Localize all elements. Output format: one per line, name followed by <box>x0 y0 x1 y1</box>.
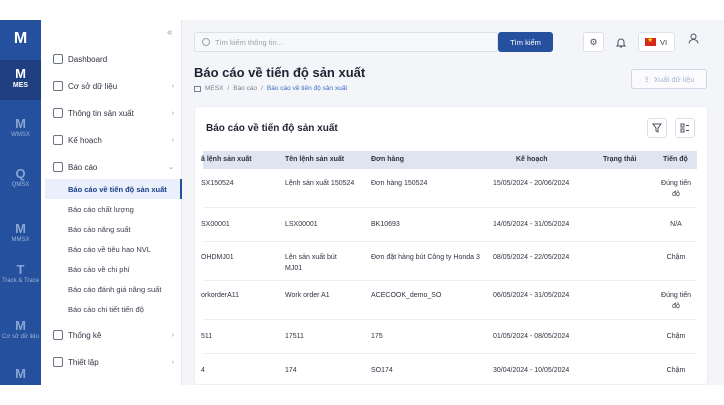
table-row[interactable]: SX00001 LSX00001 BK10693 14/05/2024 - 31… <box>201 209 697 242</box>
chevron-right-icon: › <box>171 82 174 90</box>
qmsx-icon: Q <box>15 166 26 181</box>
rail-item-wmsx[interactable]: M WMSX <box>0 110 41 144</box>
col-plan[interactable]: Kế hoạch <box>516 156 548 163</box>
chevron-right-icon: › <box>171 109 174 117</box>
table-row[interactable]: 4 174 SO174 30/04/2024 - 10/05/2024 Chậm <box>201 355 697 384</box>
search-icon <box>202 38 210 46</box>
rail-item-mmsx[interactable]: M MMSX <box>0 215 41 249</box>
search-button[interactable]: Tìm kiếm <box>498 32 553 52</box>
chevron-right-icon: › <box>171 358 174 366</box>
col-sales-order[interactable]: Đơn hàng <box>371 156 404 163</box>
sidebar-subitem-progress-report[interactable]: Báo cáo về tiến độ sản xuất <box>45 179 182 199</box>
rail-item-qmsx[interactable]: Q QMSX <box>0 160 41 194</box>
sidebar-item-plan[interactable]: Kế hoạch › <box>41 130 182 150</box>
bottom-margin <box>0 385 724 405</box>
collapse-sidebar-icon[interactable]: « <box>167 27 173 38</box>
sidebar-item-reports[interactable]: Báo cáo ⌄ <box>41 157 182 177</box>
sidebar-item-statistics[interactable]: Thống kê › <box>41 325 182 345</box>
vietnam-flag-icon <box>645 36 656 46</box>
user-menu[interactable] <box>688 33 699 47</box>
breadcrumb-item[interactable]: MESX <box>205 85 223 92</box>
rail-logo[interactable]: M <box>0 24 41 54</box>
report-card: Báo cáo về tiến độ sản xuất ã lệnh sản x… <box>194 106 708 385</box>
table-row[interactable]: SX150524 Lệnh sản xuất 150524 Đơn hàng 1… <box>201 170 697 208</box>
export-button[interactable]: ⇪ Xuất dữ liệu <box>631 69 707 89</box>
reports-icon <box>53 162 63 172</box>
rail-item-more[interactable]: M <box>0 360 41 384</box>
col-order-name[interactable]: Tên lệnh sản xuất <box>285 156 344 163</box>
statistics-icon <box>53 330 63 340</box>
gear-icon: ⚙ <box>589 36 598 47</box>
bell-icon <box>615 38 626 47</box>
sidebar-subitem-material-report[interactable]: Báo cáo về tiêu hao NVL <box>45 239 182 259</box>
breadcrumb: MESX / Báo cáo / Báo cáo về tiến độ sản … <box>194 85 347 92</box>
table-row[interactable]: orkorderA11 Work order A1 ACECOOK_demo_S… <box>201 282 697 320</box>
sidebar-subitem-progress-detail[interactable]: Báo cáo chi tiết tiến độ <box>45 299 182 319</box>
chevron-right-icon: › <box>171 331 174 339</box>
table-header: ã lệnh sản xuất Tên lệnh sản xuất Đơn hà… <box>201 151 697 169</box>
sidebar-subitem-productivity-report[interactable]: Báo cáo năng suất <box>45 219 182 239</box>
page-title: Báo cáo về tiến độ sản xuất <box>194 65 366 80</box>
app-rail: M M MES M WMSX Q QMSX M MMSX T Track & T… <box>0 20 41 385</box>
sidebar-subitem-productivity-evaluation[interactable]: Báo cáo đánh giá năng suất <box>45 279 182 299</box>
mes-icon: M <box>15 66 26 81</box>
breadcrumb-current: Báo cáo về tiến độ sản xuất <box>266 85 348 92</box>
breadcrumb-item[interactable]: Báo cáo <box>233 85 257 92</box>
export-icon: ⇪ <box>643 74 650 84</box>
sidebar-item-settings[interactable]: Thiết lập › <box>41 352 182 372</box>
dashboard-icon <box>53 54 63 64</box>
language-selector[interactable]: VI <box>638 32 675 52</box>
chevron-right-icon: › <box>171 136 174 144</box>
sidebar-subitem-cost-report[interactable]: Báo cáo về chi phí <box>45 259 182 279</box>
user-icon <box>688 33 699 44</box>
more-app-icon: M <box>15 366 26 381</box>
gear-button[interactable]: ⚙ <box>583 32 604 52</box>
wmsx-icon: M <box>15 116 26 131</box>
sidebar-item-dashboard[interactable]: Dashboard <box>41 49 182 69</box>
app-window: M M MES M WMSX Q QMSX M MMSX T Track & T… <box>0 0 724 405</box>
mmsx-icon: M <box>15 221 26 236</box>
sidebar-item-production-info[interactable]: Thông tin sản xuất › <box>41 103 182 123</box>
production-info-icon <box>53 108 63 118</box>
rail-item-mes[interactable]: M MES <box>0 60 41 100</box>
col-progress[interactable]: Tiến độ <box>663 156 688 163</box>
col-order-code[interactable]: ã lệnh sản xuất <box>201 156 252 163</box>
top-margin <box>0 0 724 20</box>
table-row[interactable]: 511 17511 175 01/05/2024 - 08/05/2024 Ch… <box>201 321 697 354</box>
track-trace-icon: T <box>16 262 25 277</box>
rail-item-database[interactable]: M Cơ sở dữ liệu <box>0 312 41 346</box>
main-content: Tìm kiếm thông tin... Tìm kiếm ⚙ VI Báo … <box>182 20 724 385</box>
search-input[interactable]: Tìm kiếm thông tin... <box>215 38 283 47</box>
sidebar-item-database[interactable]: Cơ sở dữ liệu › <box>41 76 182 96</box>
table-row[interactable]: OHDMJ01 Lện sản xuất bút MJ01 Đơn đặt hà… <box>201 243 697 281</box>
col-status[interactable]: Trạng thái <box>603 156 636 163</box>
sidebar-subitem-quality-report[interactable]: Báo cáo chất lượng <box>45 199 182 219</box>
database-icon <box>53 81 63 91</box>
sidebar: « Dashboard Cơ sở dữ liệu › Thông tin sả… <box>41 20 182 385</box>
settings-icon <box>53 357 63 367</box>
rail-item-track-trace[interactable]: T Track & Trace <box>0 258 41 302</box>
search-bar[interactable]: Tìm kiếm thông tin... <box>194 32 498 52</box>
database-app-icon: M <box>15 318 26 333</box>
plan-icon <box>53 135 63 145</box>
home-icon <box>194 85 201 92</box>
notification-button[interactable] <box>610 32 631 52</box>
chevron-down-icon: ⌄ <box>168 164 174 171</box>
